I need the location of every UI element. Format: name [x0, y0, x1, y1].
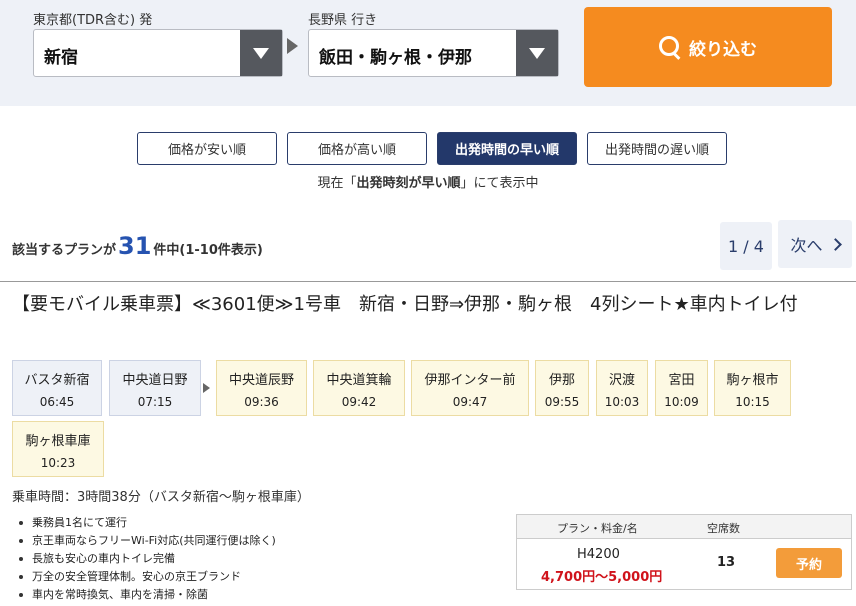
header-seats: 空席数	[707, 522, 740, 535]
arrow-right-icon	[203, 383, 210, 393]
search-bar: 東京都(TDR含む) 発 新宿 長野県 行き 飯田・駒ヶ根・伊那 絞り込む	[0, 0, 856, 106]
destination-select[interactable]: 飯田・駒ヶ根・伊那	[308, 29, 559, 77]
sort-departure-early-button[interactable]: 出発時間の早い順	[437, 132, 577, 165]
price-table: プラン・料金/名 空席数 H4200 4,700円～5,000円 13 予約	[516, 514, 852, 590]
list-item: 京王車両ならフリーWi-Fi対応(共同運行便は除く)	[18, 532, 276, 550]
sort-departure-late-button[interactable]: 出発時間の遅い順	[587, 132, 727, 165]
next-page-button[interactable]: 次へ	[778, 220, 852, 268]
stop-time: 07:15	[137, 395, 173, 409]
stop-time: 09:55	[544, 395, 580, 409]
stop-item: 駒ヶ根市 10:15	[714, 360, 791, 416]
destination-value: 飯田・駒ヶ根・伊那	[319, 48, 472, 68]
stop-name: 沢渡	[608, 373, 635, 388]
list-item: 車内を常時換気、車内を清掃・除菌	[18, 586, 276, 604]
stop-time: 10:15	[735, 395, 770, 409]
origin-select[interactable]: 新宿	[33, 29, 283, 77]
available-seats: 13	[717, 555, 736, 570]
list-item: 長旅も安心の車内トイレ完備	[18, 550, 276, 568]
arrow-right-icon	[287, 38, 298, 54]
stop-item: 中央道日野 07:15	[109, 360, 201, 416]
stop-name: 中央道箕輪	[326, 373, 392, 388]
feature-list: 乗務員1名にて運行 京王車両ならフリーWi-Fi対応(共同運行便は除く) 長旅も…	[18, 514, 276, 604]
price-range: 4,700円～5,000円	[541, 570, 663, 585]
chevron-right-icon	[828, 237, 842, 251]
stop-name: 伊那インター前	[424, 373, 516, 388]
stop-time: 06:45	[39, 395, 75, 409]
price-table-header: プラン・料金/名 空席数	[517, 515, 851, 539]
stop-time: 09:36	[244, 395, 279, 409]
divider	[0, 281, 856, 282]
stop-time: 10:09	[664, 395, 699, 409]
plan-title[interactable]: 【要モバイル乗車票】≪3601便≫1号車 新宿・日野⇒伊那・駒ヶ根 4列シート★…	[12, 292, 842, 317]
stop-item: 伊那インター前 09:47	[411, 360, 529, 416]
stop-time: 10:03	[604, 395, 640, 409]
chevron-down-icon	[516, 30, 558, 76]
sort-price-high-button[interactable]: 価格が高い順	[287, 132, 427, 165]
stop-time: 09:42	[341, 395, 377, 409]
stop-name: 中央道辰野	[228, 373, 294, 388]
stop-name: 宮田	[668, 373, 695, 388]
stop-name: 駒ヶ根車庫	[25, 434, 91, 449]
stop-item: 沢渡 10:03	[596, 360, 648, 416]
search-icon	[659, 36, 681, 58]
stop-time: 10:23	[40, 456, 76, 470]
stop-item: バスタ新宿 06:45	[12, 360, 102, 416]
ride-duration: 乗車時間：3時間38分（バスタ新宿～駒ヶ根車庫）	[12, 490, 310, 505]
stop-name: 駒ヶ根市	[726, 373, 779, 388]
stop-item: 中央道辰野 09:36	[216, 360, 307, 416]
list-item: 乗務員1名にて運行	[18, 514, 276, 532]
filter-button[interactable]: 絞り込む	[584, 7, 832, 87]
result-count-number: 31	[118, 232, 152, 260]
filter-button-label: 絞り込む	[689, 39, 757, 60]
header-plan: プラン・料金/名	[557, 522, 638, 535]
sort-price-low-button[interactable]: 価格が安い順	[137, 132, 277, 165]
stop-item: 宮田 10:09	[655, 360, 708, 416]
origin-label: 東京都(TDR含む) 発	[33, 13, 153, 28]
sort-status-value: 出発時刻が早い順	[356, 176, 461, 191]
page-indicator: 1 / 4	[720, 222, 772, 270]
next-page-label: 次へ	[790, 236, 823, 255]
sort-status: 現在「出発時刻が早い順」にて表示中	[317, 176, 539, 191]
result-count: 該当するプランが31 件中(1-10件表示)	[12, 232, 263, 260]
stop-name: 伊那	[548, 373, 575, 388]
stop-item: 中央道箕輪 09:42	[313, 360, 405, 416]
stop-item: 伊那 09:55	[535, 360, 589, 416]
reserve-button[interactable]: 予約	[776, 548, 842, 578]
stop-item: 駒ヶ根車庫 10:23	[12, 421, 104, 477]
origin-value: 新宿	[44, 48, 78, 68]
stop-name: 中央道日野	[122, 373, 188, 388]
list-item: 万全の安全管理体制。安心の京王ブランド	[18, 568, 276, 586]
plan-code: H4200	[577, 547, 620, 562]
stop-time: 09:47	[452, 395, 488, 409]
stop-name: バスタ新宿	[24, 373, 90, 388]
chevron-down-icon	[240, 30, 282, 76]
destination-label: 長野県 行き	[308, 13, 378, 28]
